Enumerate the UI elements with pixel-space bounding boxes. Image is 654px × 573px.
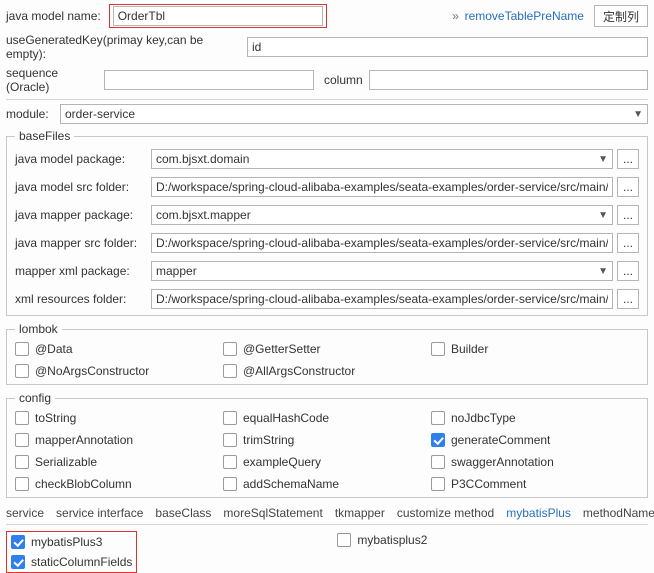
check-p3ccomment-label: P3CComment bbox=[451, 477, 526, 491]
check-mapperannotation-label: mapperAnnotation bbox=[35, 433, 133, 447]
tab-service[interactable]: service bbox=[6, 506, 44, 520]
model-package-browse-button[interactable]: ... bbox=[617, 149, 639, 169]
check-generatecomment[interactable]: generateComment bbox=[431, 433, 639, 447]
check-serializable[interactable]: Serializable bbox=[15, 455, 223, 469]
mapper-package-browse-button[interactable]: ... bbox=[617, 205, 639, 225]
column-input[interactable] bbox=[369, 70, 648, 90]
xml-resources-browse-button[interactable]: ... bbox=[617, 289, 639, 309]
model-src-label: java model src folder: bbox=[15, 180, 145, 194]
model-src-browse-button[interactable]: ... bbox=[617, 177, 639, 197]
check-gettersetter-label: @GetterSetter bbox=[243, 342, 321, 356]
check-generatecomment-label: generateComment bbox=[451, 433, 550, 447]
xml-resources-input[interactable] bbox=[151, 289, 613, 309]
mapper-xml-label: mapper xml package: bbox=[15, 264, 145, 278]
check-swaggerannotation[interactable]: swaggerAnnotation bbox=[431, 455, 639, 469]
check-swaggerannotation-label: swaggerAnnotation bbox=[451, 455, 554, 469]
mapper-src-input[interactable] bbox=[151, 233, 613, 253]
tab-customize-method[interactable]: customize method bbox=[397, 506, 494, 520]
model-src-input[interactable] bbox=[151, 177, 613, 197]
mapper-xml-select[interactable]: mapper ▼ bbox=[151, 261, 613, 281]
check-data[interactable]: @Data bbox=[15, 342, 223, 356]
mapper-src-browse-button[interactable]: ... bbox=[617, 233, 639, 253]
config-group: config toString mapperAnnotation Seriali… bbox=[6, 391, 648, 498]
use-generated-key-label: useGeneratedKey(primay key,can be empty)… bbox=[6, 33, 241, 61]
tab-methodNameSql[interactable]: methodNameSql bbox=[583, 506, 654, 520]
check-checkblobcolumn-label: checkBlobColumn bbox=[35, 477, 132, 491]
mapper-xml-value: mapper bbox=[156, 264, 594, 278]
check-p3ccomment[interactable]: P3CComment bbox=[431, 477, 639, 491]
lombok-group: lombok @Data @NoArgsConstructor @GetterS… bbox=[6, 322, 648, 385]
use-generated-key-input[interactable] bbox=[247, 37, 648, 57]
model-package-select[interactable]: com.bjsxt.domain ▼ bbox=[151, 149, 613, 169]
check-tostring[interactable]: toString bbox=[15, 411, 223, 425]
check-gettersetter[interactable]: @GetterSetter bbox=[223, 342, 431, 356]
lombok-legend: lombok bbox=[15, 322, 62, 336]
check-serializable-label: Serializable bbox=[35, 455, 97, 469]
check-trimstring-label: trimString bbox=[243, 433, 294, 447]
mapper-src-label: java mapper src folder: bbox=[15, 236, 145, 250]
remove-table-prefix-link[interactable]: » removeTablePreName bbox=[452, 9, 584, 24]
model-package-value: com.bjsxt.domain bbox=[156, 152, 594, 166]
check-examplequery[interactable]: exampleQuery bbox=[223, 455, 431, 469]
tab-baseClass[interactable]: baseClass bbox=[155, 506, 211, 520]
check-mybatisplus2-label: mybatisplus2 bbox=[357, 533, 427, 547]
check-addschemaname-label: addSchemaName bbox=[243, 477, 339, 491]
mapper-package-label: java mapper package: bbox=[15, 208, 145, 222]
check-allargs[interactable]: @AllArgsConstructor bbox=[223, 364, 431, 378]
mapper-package-select[interactable]: com.bjsxt.mapper ▼ bbox=[151, 205, 613, 225]
check-staticcolumnfields-label: staticColumnFields bbox=[31, 555, 132, 569]
check-builder-label: Builder bbox=[451, 342, 488, 356]
check-noargs[interactable]: @NoArgsConstructor bbox=[15, 364, 223, 378]
model-name-input[interactable] bbox=[113, 6, 323, 26]
check-equalhashcode[interactable]: equalHashCode bbox=[223, 411, 431, 425]
chevron-down-icon: ▼ bbox=[598, 266, 608, 277]
chevron-down-icon: ▼ bbox=[598, 154, 608, 165]
quotes-icon: » bbox=[452, 10, 459, 24]
custom-columns-button[interactable]: 定制列 bbox=[594, 5, 648, 27]
mapper-package-value: com.bjsxt.mapper bbox=[156, 208, 594, 222]
tab-moreSqlStatement[interactable]: moreSqlStatement bbox=[223, 506, 322, 520]
module-select-value: order-service bbox=[65, 107, 629, 121]
subtabs: service service interface baseClass moreSql… bbox=[6, 504, 648, 524]
check-nojdbctype-label: noJdbcType bbox=[451, 411, 516, 425]
tab-tkmapper[interactable]: tkmapper bbox=[335, 506, 385, 520]
column-label: column bbox=[324, 73, 363, 87]
module-label: module: bbox=[6, 107, 54, 121]
model-package-label: java model package: bbox=[15, 152, 145, 166]
model-name-label: java model name: bbox=[6, 9, 101, 23]
config-legend: config bbox=[15, 391, 55, 405]
xml-resources-label: xml resources folder: bbox=[15, 292, 145, 306]
check-mybatisplus2[interactable]: mybatisplus2 bbox=[337, 533, 427, 547]
chevron-down-icon: ▼ bbox=[633, 109, 643, 120]
check-equalhashcode-label: equalHashCode bbox=[243, 411, 329, 425]
check-noargs-label: @NoArgsConstructor bbox=[35, 364, 149, 378]
check-addschemaname[interactable]: addSchemaName bbox=[223, 477, 431, 491]
tab-mybatisPlus[interactable]: mybatisPlus bbox=[506, 506, 571, 520]
check-checkblobcolumn[interactable]: checkBlobColumn bbox=[15, 477, 223, 491]
check-examplequery-label: exampleQuery bbox=[243, 455, 321, 469]
check-trimstring[interactable]: trimString bbox=[223, 433, 431, 447]
tab-service-interface[interactable]: service interface bbox=[56, 506, 143, 520]
check-staticcolumnfields[interactable]: staticColumnFields bbox=[11, 555, 132, 569]
check-allargs-label: @AllArgsConstructor bbox=[243, 364, 355, 378]
sequence-input[interactable] bbox=[104, 70, 314, 90]
check-builder[interactable]: Builder bbox=[431, 342, 639, 356]
chevron-down-icon: ▼ bbox=[598, 210, 608, 221]
basefiles-group: baseFiles java model package: com.bjsxt.… bbox=[6, 129, 648, 316]
check-tostring-label: toString bbox=[35, 411, 76, 425]
basefiles-legend: baseFiles bbox=[15, 129, 74, 143]
sequence-label: sequence (Oracle) bbox=[6, 66, 98, 94]
check-nojdbctype[interactable]: noJdbcType bbox=[431, 411, 639, 425]
check-mapperannotation[interactable]: mapperAnnotation bbox=[15, 433, 223, 447]
mapper-xml-browse-button[interactable]: ... bbox=[617, 261, 639, 281]
module-select[interactable]: order-service ▼ bbox=[60, 104, 648, 124]
check-data-label: @Data bbox=[35, 342, 73, 356]
